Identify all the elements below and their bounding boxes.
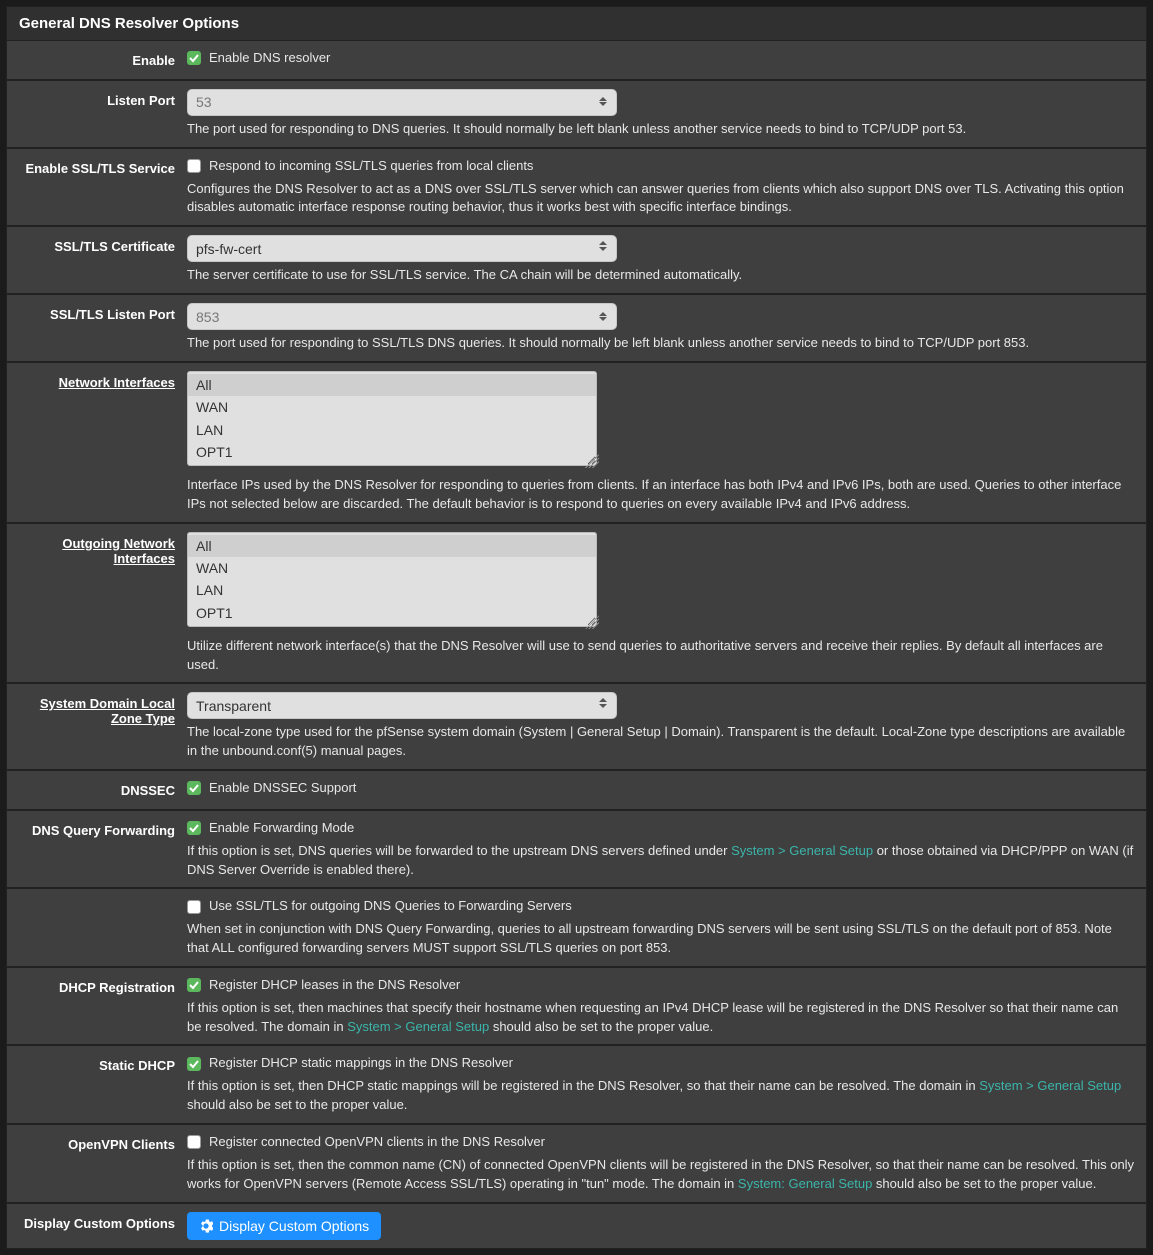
label-ssl-cert: SSL/TLS Certificate (7, 235, 187, 285)
chevron-updown-icon (599, 698, 609, 708)
help-dhcp-reg: If this option is set, then machines tha… (187, 999, 1136, 1037)
option-lan[interactable]: LAN (188, 419, 596, 441)
help-outgoing-interfaces: Utilize different network interface(s) t… (187, 637, 1136, 675)
row-ssl-cert: SSL/TLS Certificate pfs-fw-cert The serv… (7, 227, 1146, 295)
checkbox-fwd-ssl-label: Use SSL/TLS for outgoing DNS Queries to … (209, 897, 572, 916)
link-system-general[interactable]: System: General Setup (738, 1176, 872, 1191)
checkbox-static-dhcp-label: Register DHCP static mappings in the DNS… (209, 1054, 513, 1073)
checkbox-dhcp-reg[interactable] (187, 978, 201, 992)
help-zone-type: The local-zone type used for the pfSense… (187, 723, 1136, 761)
help-ssl-cert: The server certificate to use for SSL/TL… (187, 266, 1136, 285)
option-opt1[interactable]: OPT1 (188, 441, 596, 463)
option-wan[interactable]: WAN (188, 557, 596, 579)
help-network-interfaces: Interface IPs used by the DNS Resolver f… (187, 476, 1136, 514)
row-ssl-port: SSL/TLS Listen Port The port used for re… (7, 295, 1146, 363)
row-zone-type: System Domain Local Zone Type Transparen… (7, 684, 1146, 771)
link-system-general[interactable]: System > General Setup (347, 1019, 489, 1034)
row-openvpn: OpenVPN Clients Register connected OpenV… (7, 1125, 1146, 1204)
gear-icon (199, 1219, 213, 1233)
link-system-general[interactable]: System > General Setup (979, 1078, 1121, 1093)
panel-title: General DNS Resolver Options (7, 7, 1146, 41)
label-openvpn: OpenVPN Clients (7, 1133, 187, 1194)
input-ssl-port[interactable] (187, 303, 617, 330)
select-network-interfaces[interactable]: AllWANLANOPT1 (187, 371, 597, 466)
option-opt1[interactable]: OPT1 (188, 602, 596, 624)
label-listen-port: Listen Port (7, 89, 187, 139)
label-custom-options: Display Custom Options (7, 1212, 187, 1240)
label-static-dhcp: Static DHCP (7, 1054, 187, 1115)
label-fwd-ssl (7, 897, 187, 958)
label-dnssec: DNSSEC (7, 779, 187, 801)
row-outgoing-interfaces: Outgoing Network Interfaces AllWANLANOPT… (7, 524, 1146, 685)
label-ssl-port: SSL/TLS Listen Port (7, 303, 187, 353)
help-enable-ssl: Configures the DNS Resolver to act as a … (187, 180, 1136, 218)
label-enable: Enable (7, 49, 187, 71)
checkbox-static-dhcp[interactable] (187, 1057, 201, 1071)
resize-handle-icon[interactable] (585, 454, 599, 468)
row-network-interfaces: Network Interfaces AllWANLANOPT1 Interfa… (7, 363, 1146, 524)
checkbox-enable-ssl[interactable] (187, 159, 201, 173)
label-network-interfaces: Network Interfaces (7, 371, 187, 514)
row-dhcp-reg: DHCP Registration Register DHCP leases i… (7, 968, 1146, 1047)
select-zone-type[interactable]: Transparent (187, 692, 617, 719)
option-lan[interactable]: LAN (188, 579, 596, 601)
label-zone-type: System Domain Local Zone Type (7, 692, 187, 761)
checkbox-fwd-ssl[interactable] (187, 900, 201, 914)
checkbox-dhcp-reg-label: Register DHCP leases in the DNS Resolver (209, 976, 460, 995)
help-listen-port: The port used for responding to DNS quer… (187, 120, 1136, 139)
input-listen-port[interactable] (187, 89, 617, 116)
checkbox-enable[interactable] (187, 51, 201, 65)
dns-resolver-panel: General DNS Resolver Options Enable Enab… (6, 6, 1147, 1249)
help-fwd-ssl: When set in conjunction with DNS Query F… (187, 920, 1136, 958)
row-listen-port: Listen Port The port used for responding… (7, 81, 1146, 149)
option-wan[interactable]: WAN (188, 396, 596, 418)
checkbox-openvpn-label: Register connected OpenVPN clients in th… (209, 1133, 545, 1152)
help-ssl-port: The port used for responding to SSL/TLS … (187, 334, 1136, 353)
row-fwd-ssl: Use SSL/TLS for outgoing DNS Queries to … (7, 889, 1146, 968)
checkbox-forwarding-label: Enable Forwarding Mode (209, 819, 354, 838)
row-enable-ssl: Enable SSL/TLS Service Respond to incomi… (7, 149, 1146, 228)
help-openvpn: If this option is set, then the common n… (187, 1156, 1136, 1194)
display-custom-options-button[interactable]: Display Custom Options (187, 1212, 381, 1240)
checkbox-enable-ssl-label: Respond to incoming SSL/TLS queries from… (209, 157, 533, 176)
resize-handle-icon[interactable] (585, 615, 599, 629)
row-custom-options: Display Custom Options Display Custom Op… (7, 1204, 1146, 1248)
option-all[interactable]: All (188, 535, 596, 557)
checkbox-forwarding[interactable] (187, 821, 201, 835)
checkbox-enable-label: Enable DNS resolver (209, 49, 330, 68)
checkbox-openvpn[interactable] (187, 1135, 201, 1149)
row-dnssec: DNSSEC Enable DNSSEC Support (7, 771, 1146, 811)
label-outgoing-interfaces: Outgoing Network Interfaces (7, 532, 187, 675)
checkbox-dnssec-label: Enable DNSSEC Support (209, 779, 356, 798)
row-forwarding: DNS Query Forwarding Enable Forwarding M… (7, 811, 1146, 890)
link-system-general[interactable]: System > General Setup (731, 843, 873, 858)
label-forwarding: DNS Query Forwarding (7, 819, 187, 880)
label-enable-ssl: Enable SSL/TLS Service (7, 157, 187, 218)
row-enable: Enable Enable DNS resolver (7, 41, 1146, 81)
stepper-icon[interactable] (599, 93, 611, 111)
row-static-dhcp: Static DHCP Register DHCP static mapping… (7, 1046, 1146, 1125)
select-outgoing-interfaces[interactable]: AllWANLANOPT1 (187, 532, 597, 627)
select-ssl-cert[interactable]: pfs-fw-cert (187, 235, 617, 262)
chevron-updown-icon (599, 241, 609, 251)
option-all[interactable]: All (188, 374, 596, 396)
label-dhcp-reg: DHCP Registration (7, 976, 187, 1037)
stepper-icon[interactable] (599, 307, 611, 325)
checkbox-dnssec[interactable] (187, 781, 201, 795)
help-static-dhcp: If this option is set, then DHCP static … (187, 1077, 1136, 1115)
help-forwarding: If this option is set, DNS queries will … (187, 842, 1136, 880)
